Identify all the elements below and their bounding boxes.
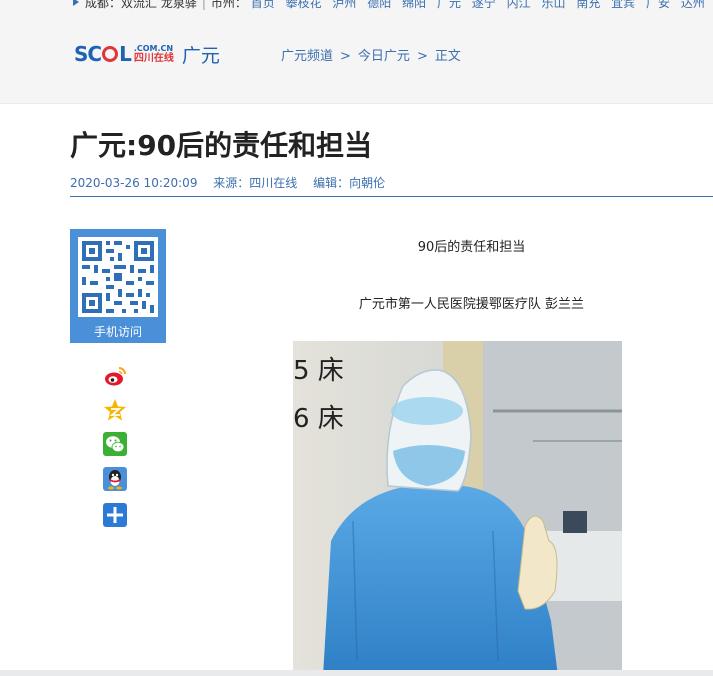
qr-label: 手机访问 <box>93 325 142 339</box>
city-nav-label: 市州： <box>210 0 247 10</box>
city-link[interactable]: 泸州 <box>332 0 356 10</box>
article-meta: 2020-03-26 10:20:09 来源：四川在线 编辑：向朝伦 <box>70 174 397 191</box>
breadcrumb-item: 正文 <box>434 49 461 64</box>
more-share-icon[interactable] <box>103 503 127 527</box>
mobile-qr-box[interactable]: 手机访问 <box>70 229 166 343</box>
city-nav: 成都：双流汇 龙泉驿 | 市州： 首页 攀枝花 泸州 德阳 绵阳 广元 遂宁 内江 … <box>73 0 712 10</box>
city-link[interactable]: 内江 <box>507 0 531 10</box>
breadcrumb-item[interactable]: 广元频道 <box>281 49 333 64</box>
city-link[interactable]: 南充 <box>576 0 600 10</box>
page-title: 广元:90后的责任和担当 <box>70 129 373 162</box>
site-logo[interactable]: SC L .COM.CN 四川在线 广元 <box>74 40 220 68</box>
article-author: 广元市第一人民医院援鄂医疗队 彭兰兰 <box>358 297 585 312</box>
logo-brand: SC L <box>74 42 132 66</box>
article-source: 来源：四川在线 <box>213 176 298 190</box>
triangle-icon <box>73 0 79 6</box>
city-nav-prefix[interactable]: 成都：双流汇 龙泉驿 <box>85 0 197 10</box>
breadcrumb-separator: > <box>340 49 351 64</box>
qzone-share-icon[interactable] <box>103 398 127 422</box>
footer-bar <box>0 670 713 676</box>
weibo-share-icon[interactable] <box>103 364 127 388</box>
logo-sub: .COM.CN 四川在线 <box>133 43 174 64</box>
qq-share-icon[interactable] <box>103 467 127 491</box>
city-link[interactable]: 遂宁 <box>472 0 496 10</box>
city-link[interactable]: 攀枝花 <box>286 0 322 10</box>
city-link[interactable]: 达州 <box>681 0 705 10</box>
logo-region: 广元 <box>181 44 220 67</box>
city-link[interactable]: 宜宾 <box>611 0 635 10</box>
article-date: 2020-03-26 10:20:09 <box>70 176 198 190</box>
breadcrumb-separator: > <box>416 49 428 64</box>
city-link[interactable]: 德阳 <box>367 0 391 10</box>
article-photo: 5 床 6 床 <box>293 341 622 676</box>
city-link[interactable]: 绵阳 <box>402 0 426 10</box>
city-link[interactable]: 广元 <box>437 0 461 10</box>
city-link[interactable]: 广安 <box>646 0 670 10</box>
divider <box>70 196 713 197</box>
city-link[interactable]: 首页 <box>251 0 275 10</box>
city-link[interactable]: 乐山 <box>541 0 565 10</box>
qr-code-icon <box>78 237 158 317</box>
photo-bed-label: 5 床 <box>293 356 344 386</box>
article-subtitle: 90后的责任和担当 <box>417 240 526 255</box>
photo-bed-label: 6 床 <box>293 404 344 434</box>
breadcrumb: 广元频道 > 今日广元 > 正文 <box>281 45 461 64</box>
divider: | <box>201 0 206 10</box>
header: 成都：双流汇 龙泉驿 | 市州： 首页 攀枝花 泸州 德阳 绵阳 广元 遂宁 内江 … <box>0 0 713 104</box>
article-editor: 编辑：向朝伦 <box>313 176 386 190</box>
wechat-share-icon[interactable] <box>103 432 127 456</box>
breadcrumb-item[interactable]: 今日广元 <box>358 49 410 64</box>
